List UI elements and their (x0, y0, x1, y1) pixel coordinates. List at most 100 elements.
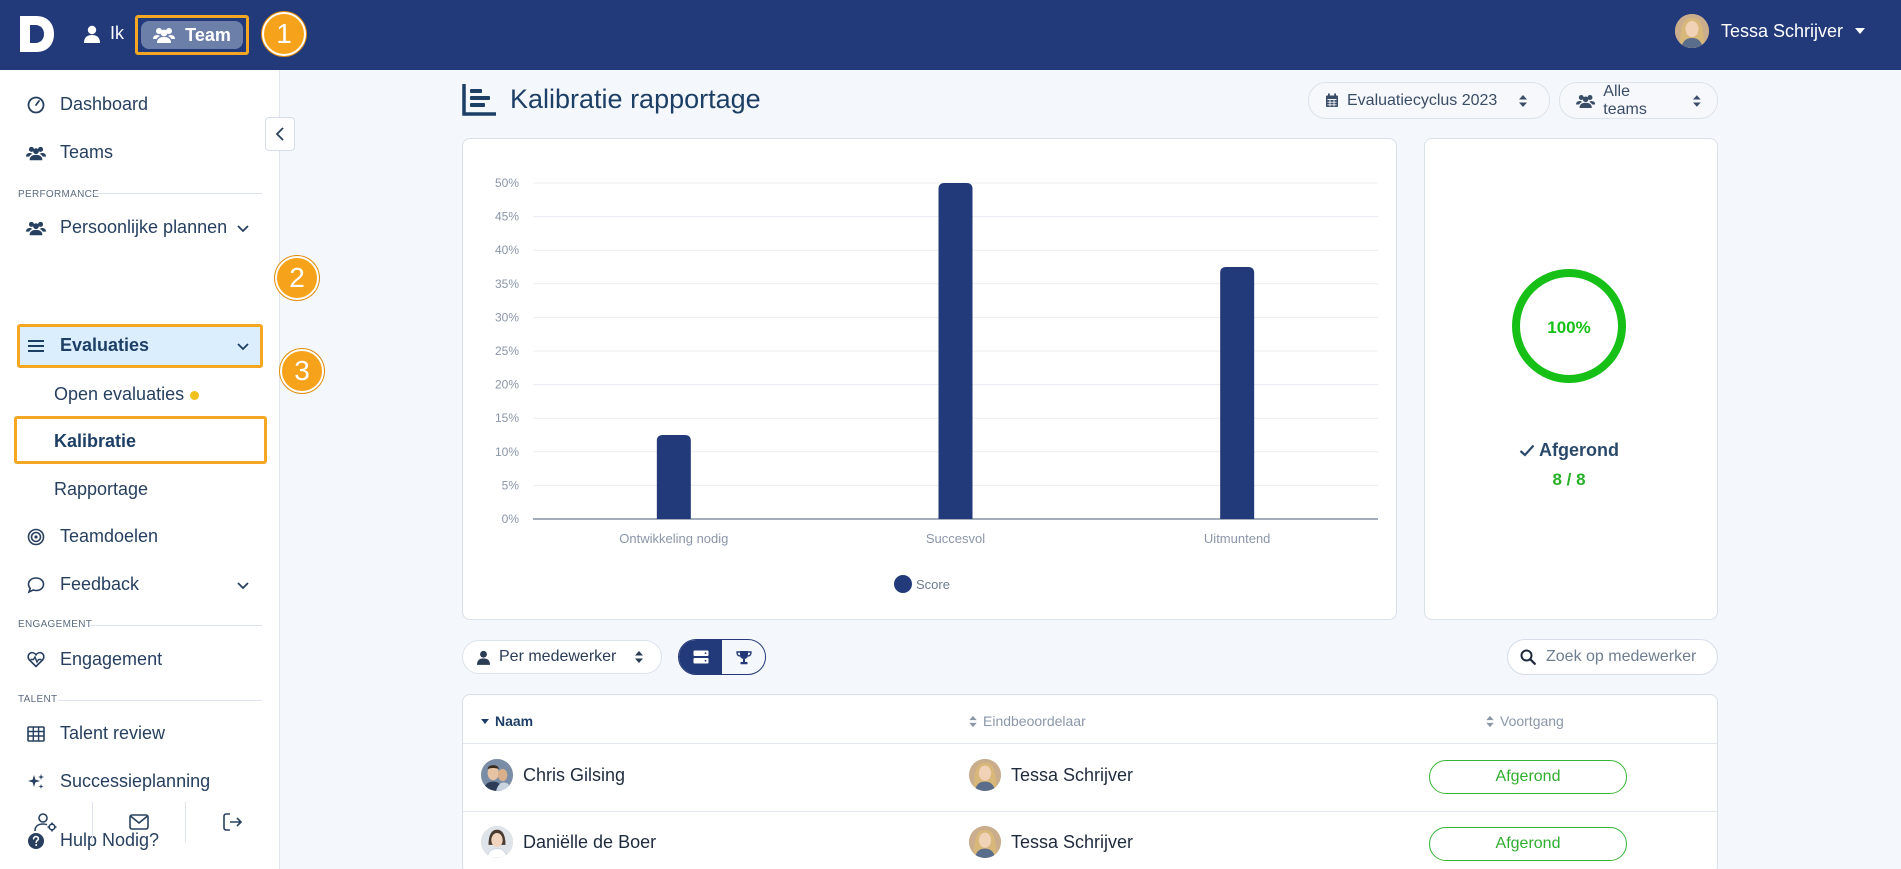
avatar (969, 826, 1001, 858)
employee-search[interactable] (1507, 639, 1718, 675)
legend-label[interactable]: Score (916, 577, 950, 592)
sidebar-label-dashboard: Dashboard (60, 94, 149, 114)
sidebar-item-evaluaties[interactable]: Evaluaties (26, 335, 149, 356)
table-row[interactable]: Chris Gilsing (481, 759, 625, 791)
logout-icon (222, 813, 242, 831)
sidebar-item-teams[interactable]: Teams (26, 142, 113, 163)
group-by-select[interactable]: Per medewerker (462, 640, 662, 674)
user-icon (84, 25, 100, 43)
chevron-down-icon[interactable] (236, 579, 250, 593)
status-badge[interactable]: Afgerond (1429, 827, 1627, 861)
kalibratie-highlight (14, 416, 267, 464)
sidebar-subitem-open-evaluaties[interactable]: Open evaluaties (54, 384, 200, 405)
y-tick-label: 5% (502, 478, 520, 492)
sidebar-subitem-kalibratie[interactable]: Kalibratie (54, 431, 136, 452)
envelope-icon (129, 814, 149, 830)
column-header-voortgang[interactable]: Voortgang (1486, 713, 1564, 729)
messages-button[interactable] (93, 802, 186, 842)
sidebar-item-successieplanning[interactable]: Successieplanning (26, 771, 210, 792)
cycle-select-value: Evaluatiecyclus 2023 (1347, 91, 1498, 109)
sidebar-item-feedback[interactable]: Feedback (26, 574, 139, 595)
sort-icon (1519, 94, 1528, 107)
sidebar-subitem-rapportage[interactable]: Rapportage (54, 479, 148, 500)
server-icon (693, 650, 708, 664)
progress-percent: 100% (1547, 318, 1590, 337)
step-badge-3: 3 (280, 349, 324, 393)
user-gear-icon (34, 813, 57, 832)
users-icon (1576, 94, 1596, 108)
employee-table: Naam Eindbeoordelaar Voortgang Chris Gil… (462, 694, 1718, 869)
employee-name: Daniëlle de Boer (523, 831, 657, 852)
chat-icon (27, 576, 45, 594)
sparkles-icon (28, 773, 44, 789)
view-toggle (678, 639, 766, 675)
sidebar-label-talent-review: Talent review (60, 723, 166, 743)
table-icon (27, 725, 45, 742)
avatar (481, 826, 513, 858)
sidebar-label-evaluaties: Evaluaties (60, 335, 150, 355)
ranking-view-toggle[interactable] (722, 640, 765, 674)
column-header-eindbeoordelaar-label: Eindbeoordelaar (983, 713, 1086, 729)
x-tick-label: Succesvol (926, 531, 985, 546)
target-icon (27, 528, 45, 545)
avatar (481, 759, 513, 791)
bar[interactable] (938, 183, 973, 519)
gauge-icon (27, 96, 45, 113)
y-tick-label: 30% (495, 310, 519, 324)
sidebar: Dashboard Teams PERFORMANCE Persoonlijke… (0, 70, 280, 869)
sort-icon (969, 715, 977, 727)
cycle-select[interactable]: Evaluatiecyclus 2023 (1308, 82, 1550, 119)
nav-team-button[interactable]: Team (141, 21, 243, 49)
legend-swatch[interactable] (894, 575, 912, 593)
sidebar-item-persoonlijke-plannen[interactable]: Persoonlijke plannen (26, 217, 227, 238)
chevron-down-icon[interactable] (236, 340, 250, 354)
heart-pulse-icon (27, 651, 45, 668)
logo-icon[interactable] (18, 14, 56, 54)
sidebar-item-talent-review[interactable]: Talent review (26, 723, 165, 744)
team-select[interactable]: Alle teams (1559, 82, 1718, 119)
avatar (969, 759, 1001, 791)
search-input[interactable] (1546, 648, 1696, 666)
column-header-voortgang-label: Voortgang (1500, 713, 1564, 729)
logout-button[interactable] (186, 802, 279, 842)
y-tick-label: 0% (502, 512, 520, 526)
status-badge[interactable]: Afgerond (1429, 760, 1627, 794)
sidebar-label-engagement: Engagement (60, 649, 163, 669)
profile-settings-button[interactable] (0, 802, 93, 842)
evaluator-name: Tessa Schrijver (1011, 764, 1134, 785)
search-icon (1520, 649, 1536, 665)
list-view-toggle[interactable] (679, 640, 722, 674)
sidebar-collapse-button[interactable] (265, 117, 295, 151)
y-tick-label: 25% (495, 344, 519, 358)
team-select-value: Alle teams (1603, 82, 1647, 118)
column-header-eindbeoordelaar[interactable]: Eindbeoordelaar (969, 713, 1086, 729)
progress-ring: 100% (1510, 267, 1628, 385)
column-header-naam[interactable]: Naam (481, 713, 533, 729)
evaluator-cell: Tessa Schrijver (969, 826, 1133, 858)
sidebar-item-engagement[interactable]: Engagement (26, 649, 162, 670)
table-row[interactable]: Daniëlle de Boer (481, 826, 656, 858)
user-icon (477, 650, 490, 665)
section-divider (90, 625, 262, 626)
completed-label: Afgerond (1539, 440, 1619, 460)
x-tick-label: Uitmuntend (1204, 531, 1270, 546)
calendar-icon (1326, 93, 1338, 107)
nav-ik-link[interactable]: Ik (84, 23, 124, 44)
bar[interactable] (1220, 267, 1255, 519)
chart-card: 0% 5% 10% 15% 20% 25% 30% 35% 40% 45% 50% Ontwikkel… (462, 138, 1397, 620)
sidebar-label-successieplanning: Successieplanning (60, 771, 211, 791)
employee-name: Chris Gilsing (523, 764, 626, 785)
group-by-value: Per medewerker (499, 648, 617, 665)
trophy-icon (735, 650, 752, 664)
user-menu[interactable]: Tessa Schrijver (1674, 14, 1865, 48)
sidebar-item-dashboard[interactable]: Dashboard (26, 94, 148, 115)
sidebar-label-teams: Teams (60, 142, 114, 162)
sidebar-item-teamdoelen[interactable]: Teamdoelen (26, 526, 158, 547)
page-title: Kalibratie rapportage (462, 82, 761, 116)
bar[interactable] (656, 435, 691, 519)
sidebar-label-teamdoelen: Teamdoelen (60, 526, 159, 546)
y-tick-label: 20% (495, 378, 519, 392)
chevron-down-icon[interactable] (236, 222, 250, 236)
y-tick-label: 10% (495, 445, 519, 459)
sort-icon (1486, 715, 1494, 727)
